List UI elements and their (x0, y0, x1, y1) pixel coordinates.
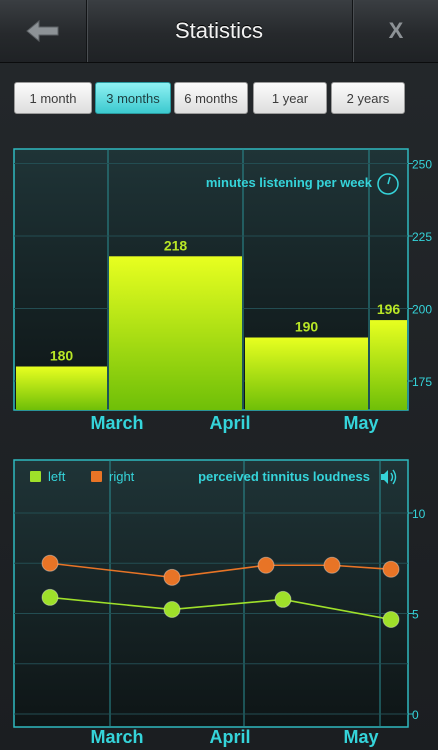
tinnitus-loudness-chart: 10 5 0 March April May left right perceived … (13, 459, 426, 747)
y-tick-label: 10 (412, 507, 426, 521)
line-chart-title: perceived tinnitus loudness (198, 469, 370, 484)
bar (109, 256, 242, 410)
y-tick-label: 0 (412, 708, 419, 722)
data-point-right (41, 554, 59, 572)
bar-value-label: 218 (164, 237, 188, 253)
x-category-label: March (90, 727, 143, 747)
page-title: Statistics (174, 18, 264, 43)
range-button-1-year[interactable]: 1 year (253, 82, 327, 114)
legend-label-right: right (109, 469, 135, 484)
close-button[interactable]: X (354, 0, 438, 62)
x-category-label: April (209, 413, 250, 433)
data-point-right (257, 556, 275, 574)
bar (245, 337, 368, 410)
legend-label-left: left (48, 469, 66, 484)
data-point-left (41, 588, 59, 606)
bar-value-label: 196 (377, 301, 401, 317)
statistics-screen: Statistics X 1 month 3 months 6 months 1… (0, 0, 438, 750)
chart-frame (13, 459, 409, 728)
data-point-right (163, 568, 181, 586)
y-tick-label: 250 (412, 158, 432, 172)
data-point-right (323, 556, 341, 574)
x-category-label: May (343, 413, 378, 433)
y-tick-label: 175 (412, 375, 432, 389)
data-point-left (274, 590, 292, 608)
back-button[interactable] (0, 0, 86, 62)
range-button-2-years[interactable]: 2 years (331, 82, 405, 114)
y-tick-label: 5 (412, 608, 419, 622)
range-button-1-month[interactable]: 1 month (14, 82, 92, 114)
data-point-right (382, 560, 400, 578)
bar-value-label: 180 (50, 348, 74, 364)
x-category-label: May (343, 727, 378, 747)
x-category-label: April (209, 727, 250, 747)
bar-value-label: 190 (295, 319, 319, 335)
data-point-left (382, 611, 400, 629)
bar (370, 320, 407, 410)
legend-swatch-right (91, 471, 102, 482)
bar-chart-title: minutes listening per week (206, 175, 373, 190)
y-tick-label: 225 (412, 230, 432, 244)
range-button-6-months[interactable]: 6 months (174, 82, 248, 114)
listening-minutes-chart: 180218190196 250225200175 March April May … (13, 148, 432, 433)
bar (16, 366, 107, 410)
back-arrow-icon (26, 19, 59, 43)
header-divider-right (352, 0, 353, 62)
x-category-label: March (90, 413, 143, 433)
y-tick-label: 200 (412, 303, 432, 317)
legend-swatch-left (30, 471, 41, 482)
navigation-bar: Statistics X (0, 0, 438, 63)
data-point-left (163, 600, 181, 618)
range-button-3-months[interactable]: 3 months (95, 82, 171, 114)
